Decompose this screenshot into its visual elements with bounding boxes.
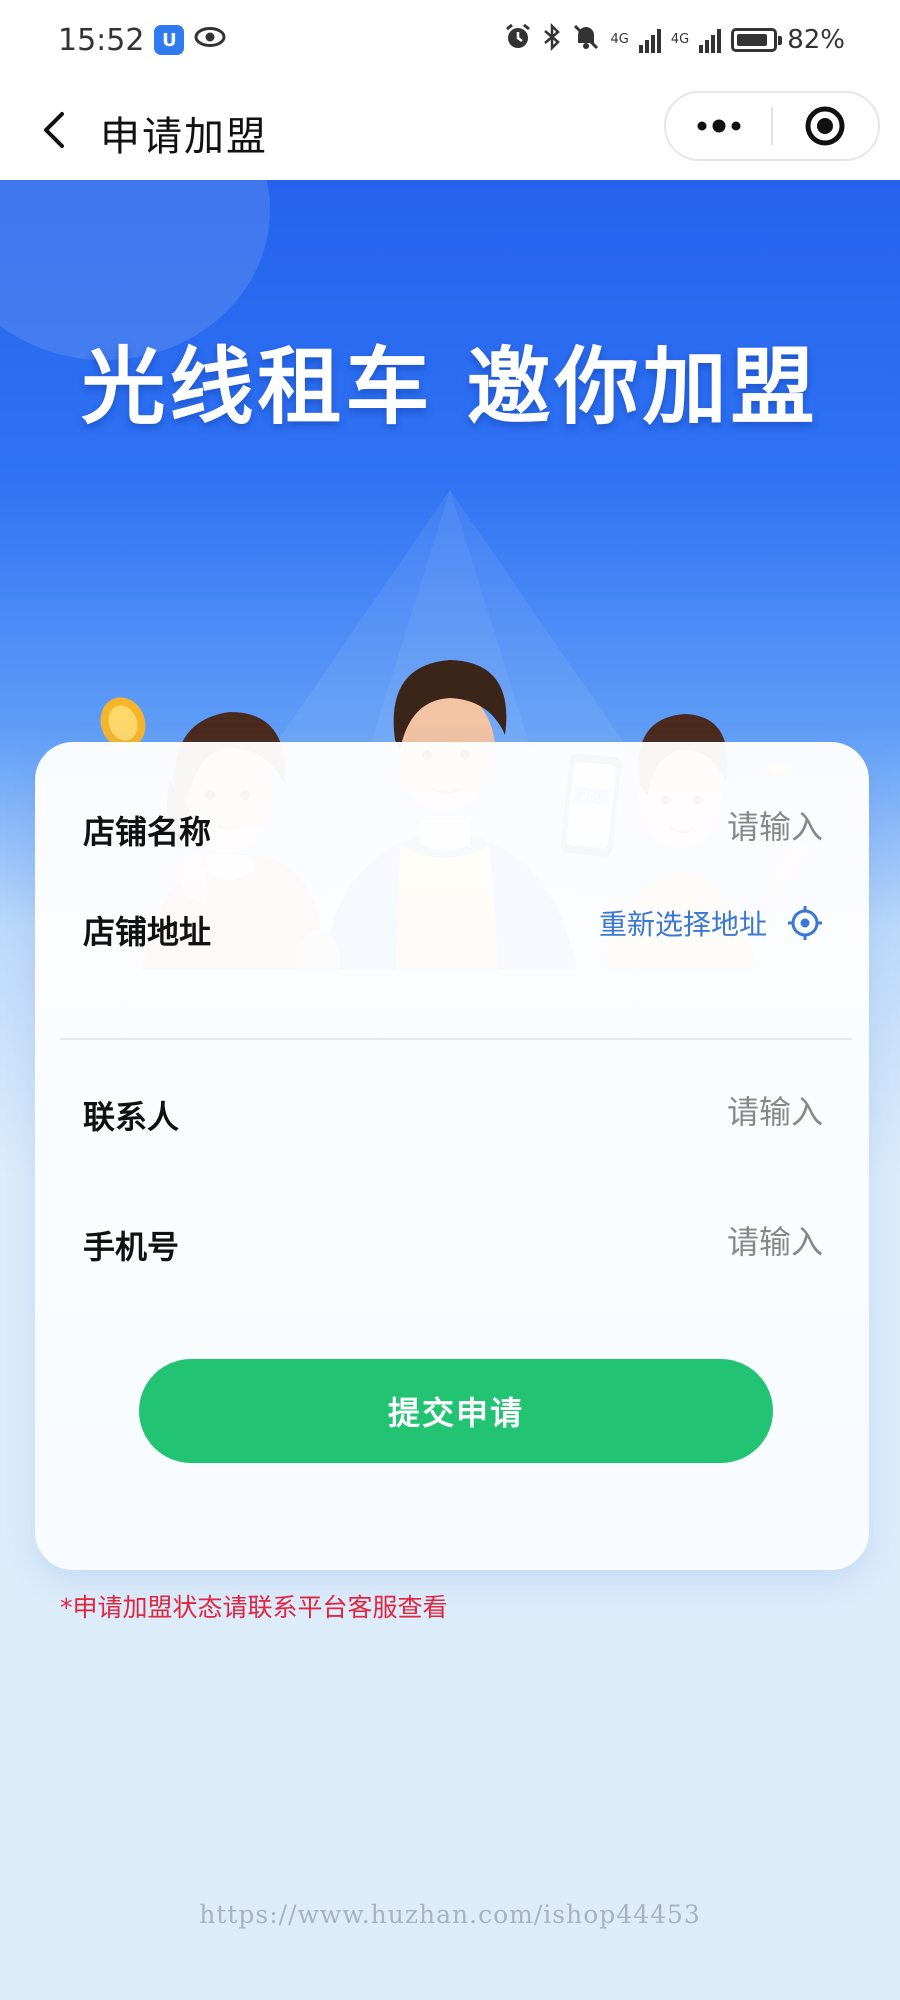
- eye-icon: [194, 25, 226, 55]
- status-notice: *申请加盟状态请联系平台客服查看: [60, 1593, 448, 1622]
- app-badge-icon: U: [154, 25, 185, 55]
- network-label-1: 4G: [610, 32, 629, 47]
- signal-icon-1: [638, 27, 661, 53]
- phone-input[interactable]: [463, 1212, 823, 1272]
- location-target-icon: [788, 906, 822, 940]
- more-button[interactable]: [666, 93, 771, 159]
- status-right: 4G 4G 82%: [504, 22, 845, 58]
- status-bar: 15:52 U 4G 4G 82%: [0, 0, 900, 80]
- hero-headline: 光线租车 邀你加盟: [81, 338, 819, 436]
- signal-icon-2: [699, 27, 722, 53]
- close-mini-program-button[interactable]: [773, 93, 878, 159]
- store-name-label: 店铺名称: [83, 813, 212, 851]
- phone-label: 手机号: [83, 1228, 180, 1266]
- store-name-input[interactable]: [463, 797, 823, 857]
- nav-bar: 申请加盟: [0, 80, 900, 180]
- battery-icon: [731, 28, 783, 52]
- mute-icon: [572, 23, 600, 58]
- store-address-row: 店铺地址 重新选择地址: [83, 906, 823, 967]
- target-close-icon: [805, 106, 845, 146]
- more-dots-icon: [697, 119, 740, 133]
- battery-percent: 82%: [787, 25, 845, 55]
- reselect-address-text: 重新选择地址: [598, 908, 767, 941]
- watermark: https://www.huzhan.com/ishop44453: [199, 1900, 701, 1929]
- phone-row: 手机号: [83, 1212, 823, 1282]
- page-title: 申请加盟: [100, 114, 268, 160]
- bluetooth-icon: [542, 22, 562, 58]
- contact-input[interactable]: [463, 1082, 823, 1142]
- form-divider: [60, 1038, 852, 1040]
- submit-application-button[interactable]: 提交申请: [139, 1359, 773, 1463]
- status-left: 15:52 U: [58, 23, 226, 58]
- store-name-row: 店铺名称: [83, 797, 823, 867]
- mini-program-capsule: [664, 91, 880, 161]
- alarm-icon: [504, 23, 532, 58]
- status-time: 15:52: [58, 22, 145, 58]
- store-address-label: 店铺地址: [83, 913, 212, 951]
- reselect-address-button[interactable]: 重新选择地址: [599, 903, 823, 943]
- contact-row: 联系人: [83, 1082, 823, 1152]
- network-label-2: 4G: [670, 32, 690, 47]
- contact-label: 联系人: [83, 1098, 180, 1136]
- back-icon[interactable]: [36, 110, 76, 150]
- apply-form-card: 店铺名称 店铺地址 重新选择地址 联系人 手机号 提交申请: [35, 742, 869, 1570]
